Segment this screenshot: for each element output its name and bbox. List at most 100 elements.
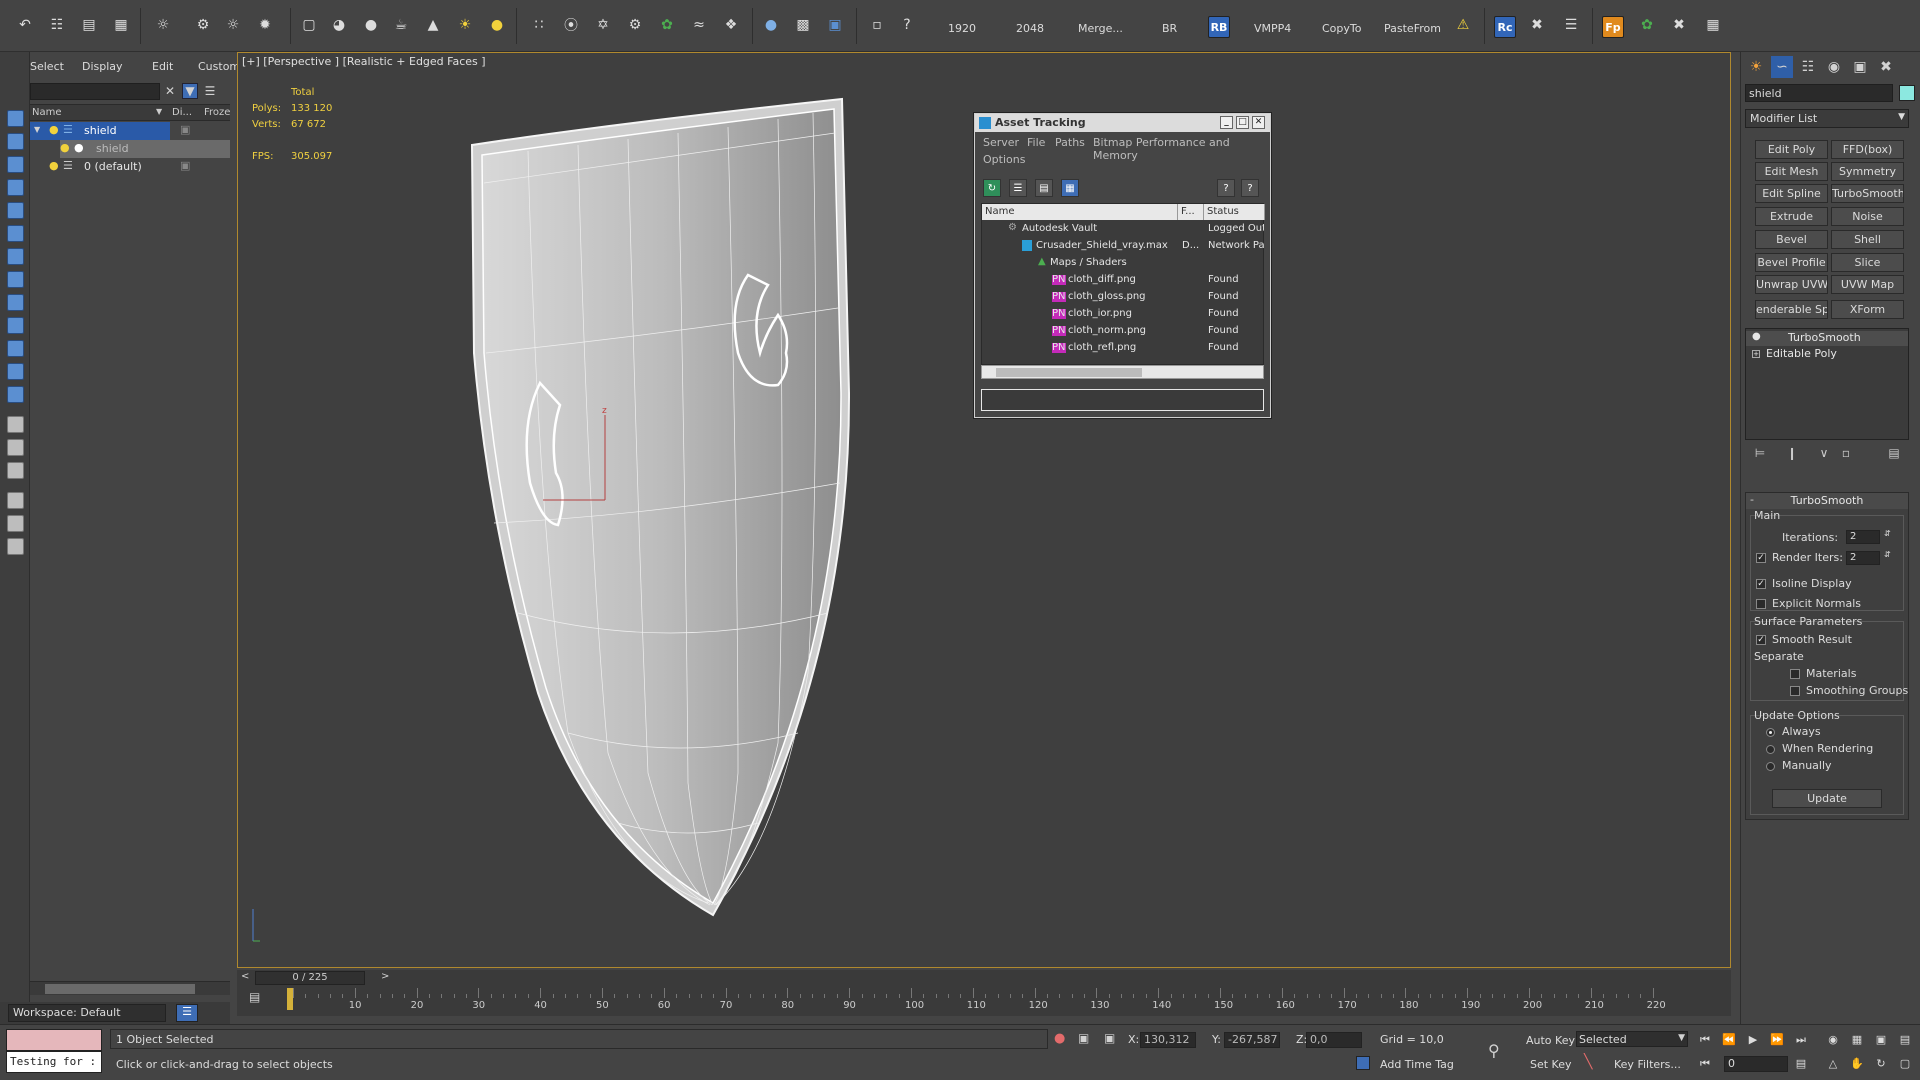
explorer-menu-display[interactable]: Display (82, 60, 123, 73)
explorer-scrollbar[interactable] (30, 981, 230, 995)
rb-button[interactable]: RB (1208, 16, 1230, 38)
isoline-display-checkbox[interactable]: ✓ (1756, 579, 1766, 589)
collapse-arrow-icon[interactable]: ▼ (34, 125, 40, 134)
prev-frame-icon[interactable]: < (241, 971, 249, 982)
helpers-icon[interactable] (7, 248, 24, 265)
select-icon[interactable] (7, 110, 24, 127)
minimize-button[interactable]: _ (1220, 116, 1233, 129)
help-context-icon[interactable]: ? (1241, 179, 1259, 197)
maxscript-listener-input[interactable]: Testing for : (6, 1051, 102, 1073)
cone-icon[interactable]: ▲ (422, 14, 444, 36)
light-bulb-icon[interactable]: ● (60, 141, 70, 154)
add-time-tag-button[interactable]: Add Time Tag (1380, 1058, 1454, 1071)
auto-key-button[interactable]: Auto Key (1526, 1034, 1575, 1047)
select-link-icon[interactable]: ☷ (46, 14, 68, 36)
go-to-start-icon[interactable]: ⏮ (1696, 1031, 1714, 1049)
display-all-icon[interactable] (7, 133, 24, 150)
table-view-icon[interactable]: ▦ (1061, 179, 1079, 197)
key-filters-button[interactable]: Key Filters... (1614, 1058, 1681, 1071)
asset-path-field[interactable] (981, 389, 1264, 411)
list-view-icon[interactable]: ☰ (1009, 179, 1027, 197)
helper-icon[interactable]: ✡ (592, 14, 614, 36)
render-icon[interactable]: ✹ (254, 14, 276, 36)
pill-icon[interactable]: ⦿ (560, 14, 582, 36)
sun-light-icon[interactable]: ☀ (454, 14, 476, 36)
render-setup-icon[interactable]: ▩ (792, 14, 814, 36)
create-tab-icon[interactable]: ☀ (1745, 56, 1767, 78)
set-key-icon[interactable]: ╲ (1584, 1054, 1592, 1070)
expand-icon[interactable]: + (1752, 350, 1760, 358)
collapse-icon[interactable] (7, 538, 24, 555)
play-icon[interactable]: ▶ (1744, 1031, 1762, 1049)
maximize-viewport-icon[interactable]: ▢ (1896, 1055, 1914, 1073)
object-color-swatch[interactable] (1899, 85, 1915, 101)
next-frame-icon[interactable]: > (381, 971, 389, 982)
explorer-search-input[interactable] (30, 83, 160, 100)
render-iters-checkbox[interactable]: ✓ (1756, 553, 1766, 563)
list-item[interactable]: ● ☰ 0 (default) ▣ (30, 158, 230, 176)
absolute-mode-icon[interactable]: ▣ (1104, 1031, 1115, 1045)
prev-key-icon[interactable]: ⏪ (1720, 1031, 1738, 1049)
zoom-icon[interactable]: ◉ (1824, 1031, 1842, 1049)
detail-view-icon[interactable]: ▤ (1035, 179, 1053, 197)
modifier-list-dropdown[interactable]: Modifier List ▼ (1745, 109, 1909, 128)
asset-column-f[interactable]: F... (1178, 204, 1204, 220)
table-row[interactable]: Crusader_Shield_vray.max D... Network Pa… (982, 238, 1264, 255)
display-toggle-icon[interactable]: ▣ (180, 159, 190, 172)
smooth-result-checkbox[interactable]: ✓ (1756, 635, 1766, 645)
turbosmooth-button[interactable]: TurboSmooth (1831, 184, 1904, 203)
noise-button[interactable]: Noise (1831, 207, 1904, 226)
table-row[interactable]: PNG cloth_norm.png Found (982, 323, 1263, 340)
curve-editor-icon[interactable]: ▤ (249, 990, 260, 1004)
edit-poly-button[interactable]: Edit Poly (1755, 140, 1828, 159)
workspace-select[interactable]: Workspace: Default (8, 1004, 166, 1022)
light-bulb-icon[interactable]: ● (49, 159, 59, 172)
refresh-icon[interactable]: ↻ (983, 179, 1001, 197)
dialog-titlebar[interactable]: Asset Tracking _ □ ✕ (975, 114, 1270, 132)
bevel-button[interactable]: Bevel (1755, 230, 1828, 249)
pan-icon[interactable]: ✋ (1848, 1055, 1866, 1073)
bones-icon[interactable] (7, 340, 24, 357)
renderable-spline-button[interactable]: enderable Splin (1755, 300, 1828, 319)
scrollbar-thumb[interactable] (45, 984, 195, 994)
object-name-input[interactable]: shield (1745, 84, 1893, 102)
key-mode-select[interactable]: Selected ▼ (1576, 1031, 1688, 1047)
containers-icon[interactable] (7, 363, 24, 380)
cameras-icon[interactable] (7, 225, 24, 242)
xrefs-icon[interactable] (7, 317, 24, 334)
spinner-arrows-icon[interactable]: ⇵ (1884, 550, 1891, 559)
scrollbar-thumb[interactable] (996, 368, 1142, 377)
btn-2048[interactable]: 2048 (1016, 22, 1044, 35)
display-tab-icon[interactable]: ▣ (1849, 56, 1871, 78)
list-item[interactable]: ▼ ● ☰ shield ▣ (30, 122, 230, 140)
utilities-tab-icon[interactable]: ✖ (1875, 56, 1897, 78)
spacewarps-icon[interactable] (7, 271, 24, 288)
list-item[interactable]: ● ● shield (30, 140, 230, 158)
geometry-icon[interactable] (7, 156, 24, 173)
time-tag-icon[interactable] (1356, 1056, 1370, 1070)
filter-icon[interactable]: ▼ (182, 83, 198, 99)
material-sphere-icon[interactable]: ● (486, 14, 508, 36)
symmetry-button[interactable]: Symmetry (1831, 162, 1904, 181)
frozen-icon[interactable] (7, 386, 24, 403)
hierarchy-icon[interactable] (7, 515, 24, 532)
table-row[interactable]: PNG cloth_refl.png Found (982, 340, 1263, 357)
show-end-result-icon[interactable]: ❙ (1783, 446, 1801, 464)
orbit-icon[interactable]: ↻ (1872, 1055, 1890, 1073)
smoothing-groups-checkbox[interactable] (1790, 686, 1800, 696)
update-button[interactable]: Update (1772, 789, 1882, 808)
clear-search-icon[interactable]: ✕ (162, 83, 178, 99)
display-toggle-icon[interactable]: ▣ (180, 123, 190, 136)
teapot-icon[interactable]: ☕ (390, 14, 412, 36)
menu-file[interactable]: File (1027, 136, 1045, 149)
shapes-icon[interactable] (7, 179, 24, 196)
close-button[interactable]: ✕ (1252, 116, 1265, 129)
lock-icon[interactable]: ▣ (1078, 1031, 1089, 1045)
field-of-view-icon[interactable]: △ (1824, 1055, 1842, 1073)
zoom-all-icon[interactable]: ▦ (1848, 1031, 1866, 1049)
layer-explorer-icon[interactable]: ☰ (176, 1004, 198, 1022)
hemisphere-icon[interactable]: ◕ (328, 14, 350, 36)
hierarchy-tab-icon[interactable]: ☷ (1797, 56, 1819, 78)
asset-column-name[interactable]: Name (982, 204, 1178, 220)
layer-manager-icon[interactable]: ▤ (78, 14, 100, 36)
